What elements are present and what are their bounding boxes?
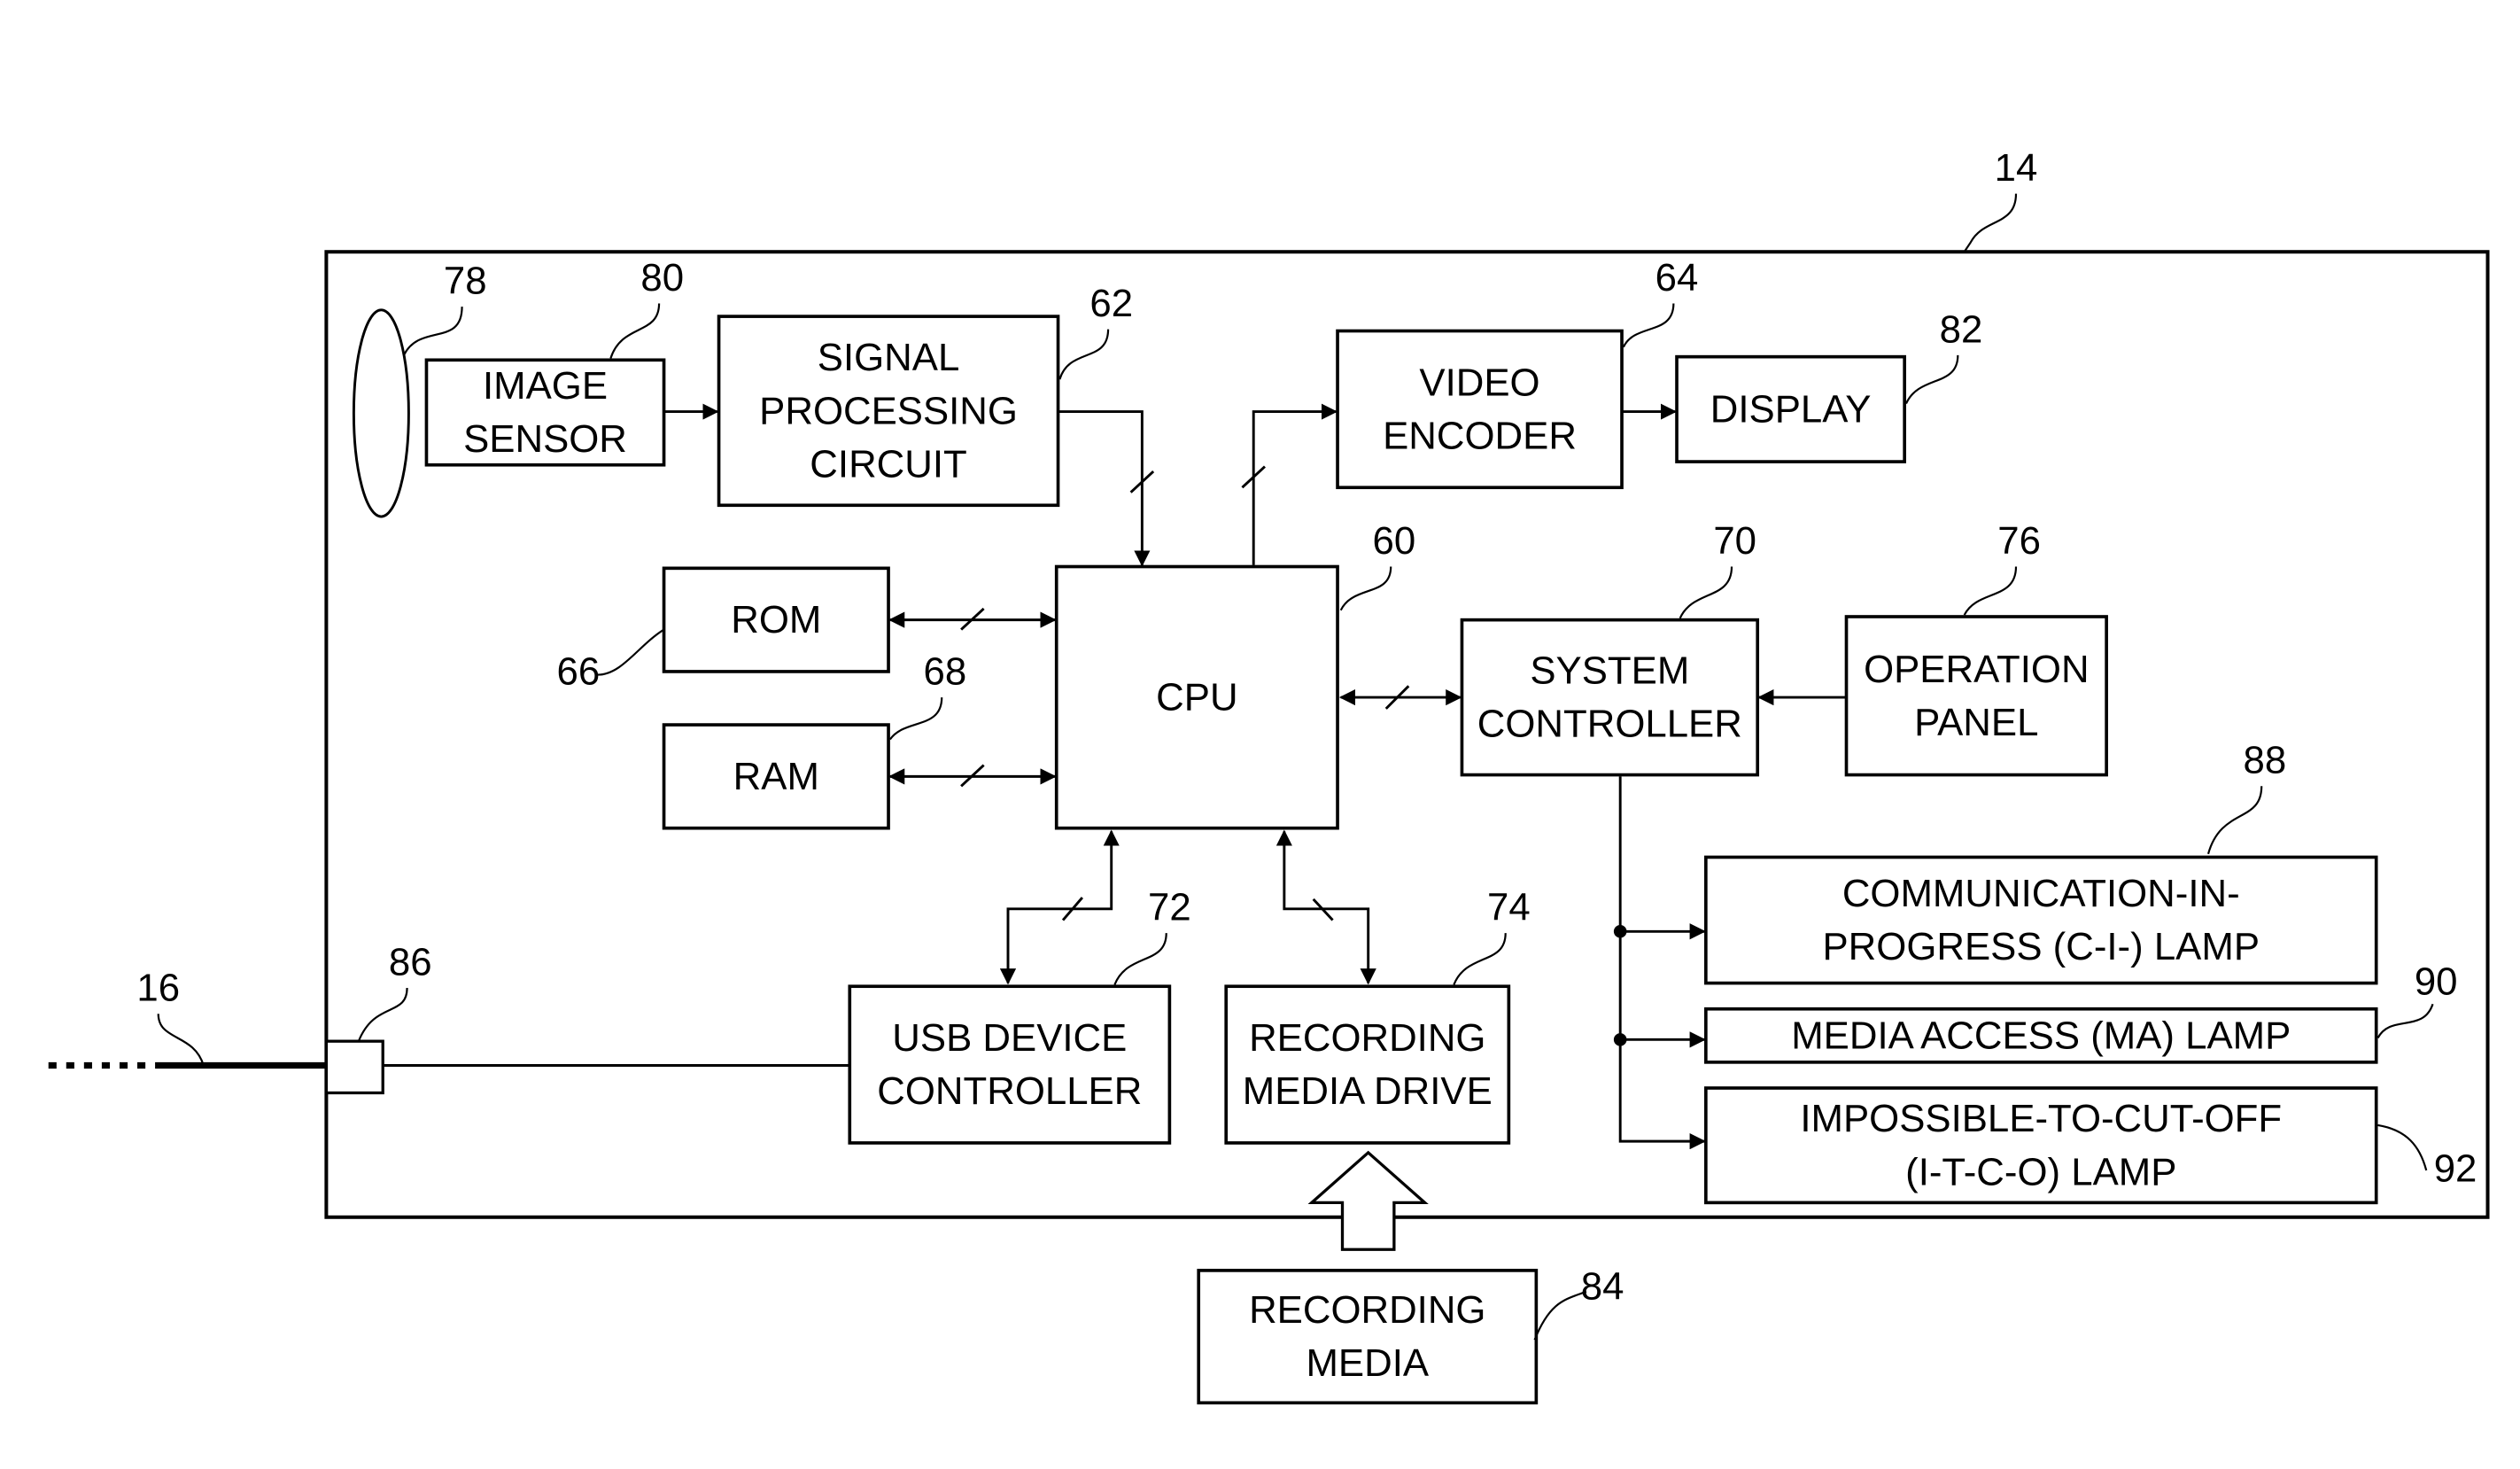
video-encoder-leader-line bbox=[1622, 303, 1675, 348]
system-controller-box bbox=[1460, 618, 1760, 777]
lens-icon bbox=[352, 308, 410, 518]
video-encoder-label: ENCODER bbox=[1383, 415, 1577, 458]
leader-line-lens bbox=[402, 307, 463, 356]
ram-label: RAM bbox=[733, 755, 819, 798]
ma-lamp-ref-number: 90 bbox=[2415, 960, 2458, 1003]
arrow-cpu-usb bbox=[999, 829, 1120, 985]
ci-lamp-label: COMMUNICATION-IN- bbox=[1842, 872, 2240, 915]
display-ref-number: 82 bbox=[1940, 307, 1983, 351]
video-encoder-box bbox=[1336, 329, 1624, 490]
system-controller-label: SYSTEM bbox=[1530, 649, 1689, 693]
usb-device-controller-block: USB DEVICE CONTROLLER 72 bbox=[848, 886, 1191, 1145]
itco-lamp-label: IMPOSSIBLE-TO-CUT-OFF bbox=[1800, 1097, 2282, 1140]
signal-processing-label: PROCESSING bbox=[759, 389, 1018, 432]
ram-leader-line bbox=[888, 697, 943, 741]
usb-device-controller-box bbox=[848, 984, 1172, 1145]
recording-media-label: RECORDING bbox=[1249, 1288, 1485, 1332]
recording-media-drive-label: MEDIA DRIVE bbox=[1243, 1069, 1493, 1113]
ci-lamp-leader-line bbox=[2206, 786, 2263, 855]
leader-line-connector bbox=[357, 988, 408, 1042]
ref-label-lens: 78 bbox=[444, 260, 487, 303]
image-sensor-label: IMAGE bbox=[483, 364, 608, 408]
image-sensor-label: SENSOR bbox=[463, 417, 627, 461]
ref-label-enclosure: 14 bbox=[1995, 146, 2038, 190]
recording-media-drive-label: RECORDING bbox=[1249, 1016, 1485, 1060]
lamp-bus bbox=[1618, 776, 1706, 1150]
signal-processing-label: CIRCUIT bbox=[810, 442, 966, 486]
display-label: DISPLAY bbox=[1710, 387, 1872, 431]
rom-label: ROM bbox=[731, 598, 821, 641]
rom-ref-number: 66 bbox=[557, 650, 601, 694]
display-block: DISPLAY 82 bbox=[1675, 307, 1983, 463]
recording-media-drive-ref-number: 74 bbox=[1487, 886, 1531, 929]
usb-device-controller-ref-number: 72 bbox=[1148, 886, 1191, 929]
recording-media-drive-leader-line bbox=[1453, 933, 1507, 985]
recording-media-drive-block: RECORDING MEDIA DRIVE 74 bbox=[1224, 886, 1531, 1145]
operation-panel-leader-line bbox=[1963, 566, 2018, 616]
ci-lamp-label: PROGRESS (C-I-) LAMP bbox=[1823, 925, 2260, 968]
junction-dot bbox=[1613, 924, 1627, 938]
video-encoder-block: VIDEO ENCODER 64 bbox=[1336, 256, 1699, 490]
operation-panel-label: PANEL bbox=[1914, 701, 2038, 744]
video-encoder-ref-number: 64 bbox=[1655, 256, 1699, 299]
recording-media-leader-line bbox=[1533, 1290, 1587, 1341]
leader-line-enclosure bbox=[1963, 193, 2018, 253]
usb-connector[interactable] bbox=[324, 1039, 384, 1095]
rom-leader-line bbox=[597, 628, 665, 676]
signal-processing-block: SIGNAL PROCESSING CIRCUIT 62 bbox=[717, 282, 1133, 508]
block-diagram: 14 78 IMAGE SENSOR 80 SIGNAL PROCESSING CIRCU… bbox=[48, 146, 2490, 1405]
recording-media-drive-box bbox=[1224, 984, 1511, 1145]
image-sensor-ref-number: 80 bbox=[640, 256, 684, 299]
operation-panel-box bbox=[1844, 615, 2108, 777]
signal-processing-ref-number: 62 bbox=[1089, 282, 1133, 325]
usb-device-controller-label: USB DEVICE bbox=[892, 1016, 1127, 1060]
junction-dot bbox=[1613, 1033, 1627, 1046]
usb-device-controller-label: CONTROLLER bbox=[877, 1069, 1142, 1113]
usb-device-controller-leader-line bbox=[1113, 933, 1167, 985]
operation-panel-ref-number: 76 bbox=[1997, 519, 2041, 563]
itco-lamp-ref-number: 92 bbox=[2434, 1147, 2477, 1191]
system-controller-block: SYSTEM CONTROLLER 70 bbox=[1460, 519, 1760, 777]
system-controller-label: CONTROLLER bbox=[1477, 703, 1742, 746]
ma-lamp-label: MEDIA ACCESS (MA) LAMP bbox=[1791, 1014, 2291, 1057]
cpu-ref-number: 60 bbox=[1373, 519, 1416, 563]
cpu-label: CPU bbox=[1156, 676, 1237, 719]
recording-media-label: MEDIA bbox=[1306, 1341, 1429, 1385]
recording-media-ref-number: 84 bbox=[1581, 1265, 1624, 1309]
itco-lamp-label: (I-T-C-O) LAMP bbox=[1905, 1150, 2176, 1193]
rom-block: ROM 66 bbox=[557, 566, 890, 694]
ref-label-cable: 16 bbox=[136, 967, 180, 1010]
operation-panel-block: OPERATION PANEL 76 bbox=[1844, 519, 2108, 777]
video-encoder-label: VIDEO bbox=[1419, 361, 1539, 404]
ram-block: RAM 68 bbox=[662, 650, 967, 830]
system-controller-ref-number: 70 bbox=[1713, 519, 1756, 563]
signal-processing-leader-line bbox=[1058, 329, 1110, 380]
itco-lamp-leader-line bbox=[2377, 1123, 2428, 1171]
cpu-block: CPU 60 bbox=[1054, 519, 1416, 830]
cpu-leader-line bbox=[1339, 566, 1392, 611]
arrow-signal-to-cpu bbox=[1058, 410, 1151, 567]
ma-lamp-leader-line bbox=[2377, 1003, 2434, 1039]
signal-processing-label: SIGNAL bbox=[818, 336, 959, 379]
display-leader-line bbox=[1904, 354, 1959, 404]
recording-media-block: RECORDING MEDIA 84 bbox=[1197, 1265, 1624, 1405]
itco-lamp-block: IMPOSSIBLE-TO-CUT-OFF (I-T-C-O) LAMP 92 bbox=[1704, 1086, 2477, 1205]
arrow-cpu-to-video-encoder bbox=[1252, 403, 1338, 565]
operation-panel-label: OPERATION bbox=[1864, 648, 2089, 691]
image-sensor-leader-line bbox=[609, 303, 661, 359]
leader-line-cable bbox=[157, 1014, 205, 1066]
ref-label-connector: 86 bbox=[389, 940, 432, 983]
ci-lamp-ref-number: 88 bbox=[2244, 739, 2287, 782]
media-insert-arrow bbox=[1307, 1150, 1429, 1251]
arrow-cpu-drive bbox=[1276, 829, 1376, 985]
system-controller-leader-line bbox=[1679, 566, 1733, 619]
ram-ref-number: 68 bbox=[924, 650, 967, 694]
